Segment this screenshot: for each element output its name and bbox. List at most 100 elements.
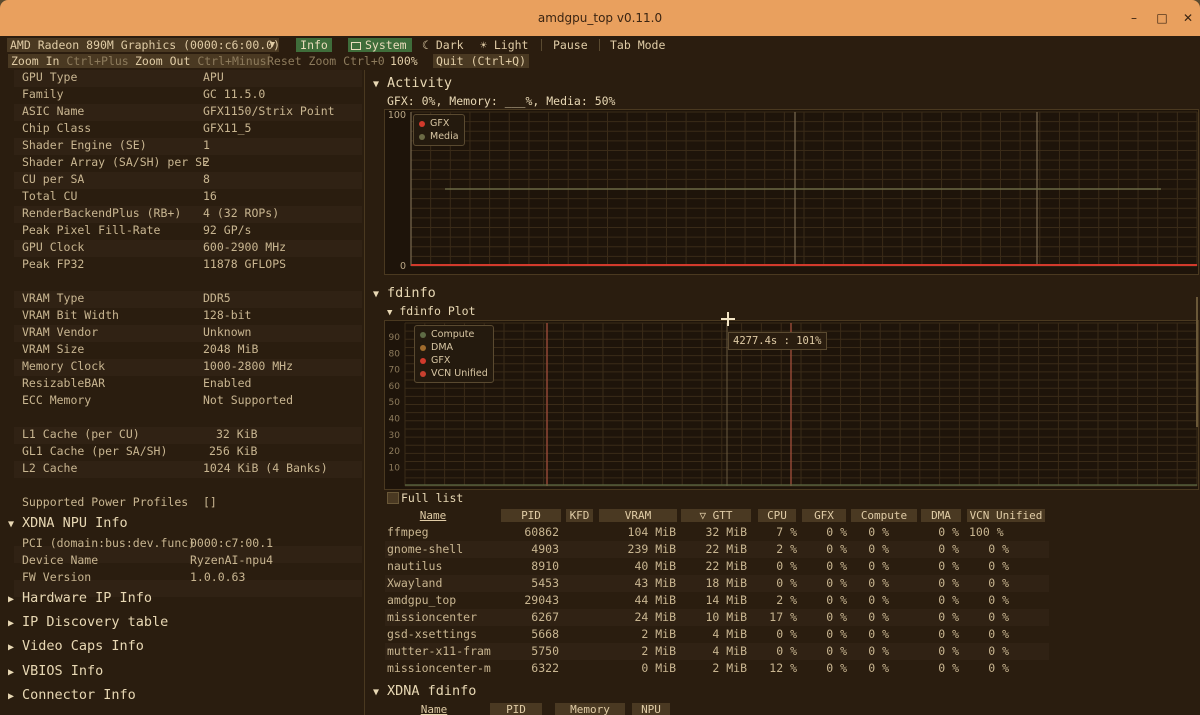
y-axis-tick-label: 50 (389, 398, 401, 408)
dark-theme-button[interactable]: ☾ Dark (422, 38, 464, 52)
system-button[interactable]: System (348, 38, 412, 52)
gpu-info-panel[interactable]: GPU Type APU Family GC 11.5.0 ASIC Name GFX… (0, 70, 365, 715)
xdna-column-header-name[interactable]: Name (417, 703, 451, 715)
table-row[interactable]: mutter-x11-fram 5750 2 MiB 4 MiB 0 % 0 %… (385, 643, 1049, 660)
xdna-column-header-memory[interactable]: Memory (555, 703, 625, 715)
table-row[interactable]: Xwayland 5453 43 MiB 18 MiB 0 % 0 % 0 % … (385, 575, 1049, 592)
column-header-cpu[interactable]: CPU (758, 509, 796, 522)
device-select[interactable]: AMD Radeon 890M Graphics (0000:c6:00.0) … (7, 38, 281, 52)
legend-swatch (420, 357, 426, 364)
fdinfo-plot[interactable]: 90 80 70 60 50 40 30 20 10 Compute DMA GFX VCN U… (384, 320, 1199, 490)
zoom-in-shortcut: Ctrl+Plus (66, 54, 129, 68)
y-axis-tick-label: 30 (389, 431, 401, 441)
section-connector-info[interactable]: ▶ Connector Info (8, 685, 136, 705)
device-select-label: AMD Radeon 890M Graphics (0000:c6:00.0) (10, 38, 281, 52)
column-header-kfd[interactable]: KFD (566, 509, 593, 522)
column-header-name[interactable]: Name (413, 509, 453, 522)
zoom-level: 100% (390, 54, 418, 68)
minimize-icon[interactable]: – (1124, 8, 1144, 28)
legend-swatch (419, 133, 425, 140)
activity-summary: GFX: 0%, Memory: ___%, Media: 50% (387, 94, 616, 108)
zoom-out-shortcut: Ctrl+Minus (197, 54, 267, 68)
y-axis-tick-label: 20 (389, 447, 401, 457)
table-row[interactable]: missioncenter-m 6322 0 MiB 2 MiB 12 % 0 … (385, 660, 1049, 677)
window-titlebar[interactable]: amdgpu_top v0.11.0 – □ ✕ (0, 0, 1200, 36)
section-hardware-ip-info[interactable]: ▶ Hardware IP Info (8, 588, 152, 608)
legend-swatch (419, 120, 425, 127)
reset-zoom-button[interactable]: Reset Zoom Ctrl+0 (267, 54, 385, 68)
column-header-gtt[interactable]: ▽ GTT (681, 509, 751, 522)
toolbar-divider (541, 39, 542, 51)
y-axis-tick-label: 90 (389, 333, 401, 343)
chevron-right-icon: ▶ (8, 594, 15, 605)
zoom-out-label: Zoom Out (135, 54, 191, 68)
column-header-gfx[interactable]: GFX (802, 509, 846, 522)
legend-swatch (420, 370, 426, 377)
column-header-vcn-unified[interactable]: VCN Unified (967, 509, 1045, 522)
section-ip-discovery-table[interactable]: ▶ IP Discovery table (8, 612, 168, 632)
activity-plot-canvas: 100 0 (388, 110, 1198, 272)
fdinfo-legend: Compute DMA GFX VCN Unified (414, 325, 494, 383)
legend-swatch (420, 331, 426, 338)
main-panel[interactable]: ▼ Activity GFX: 0%, Memory: ___%, Media: … (365, 70, 1200, 715)
vertical-scrollbar[interactable] (1196, 297, 1198, 427)
section-activity[interactable]: ▼ Activity (373, 74, 452, 92)
legend-item: GFX (420, 354, 488, 367)
zoom-out-button[interactable]: Zoom Out Ctrl+Minus (132, 54, 270, 68)
legend-item: GFX (419, 117, 459, 130)
table-row[interactable]: gsd-xsettings 5668 2 MiB 4 MiB 0 % 0 % 0… (385, 626, 1049, 643)
column-header-pid[interactable]: PID (501, 509, 561, 522)
fdinfo-plot-header[interactable]: ▼ fdinfo Plot (387, 304, 476, 318)
y-axis-tick-label: 60 (389, 382, 401, 392)
full-list-checkbox[interactable] (387, 492, 399, 504)
legend-item: Compute (420, 328, 488, 341)
legend-item: Media (419, 130, 459, 143)
section-video-caps-info[interactable]: ▶ Video Caps Info (8, 636, 144, 656)
light-theme-button[interactable]: ☀ Light (480, 38, 528, 52)
monitor-icon (351, 41, 361, 50)
chevron-down-icon: ▼ (387, 308, 393, 318)
chevron-down-icon: ▼ (8, 519, 15, 530)
chevron-right-icon: ▶ (8, 618, 15, 629)
pause-button[interactable]: Pause (553, 38, 588, 52)
close-icon[interactable]: ✕ (1178, 8, 1198, 28)
quit-button[interactable]: Quit (Ctrl+Q) (433, 54, 530, 68)
y-axis-tick-label: 70 (389, 366, 401, 376)
xdna-column-header-pid[interactable]: PID (490, 703, 542, 715)
activity-plot[interactable]: 100 0 GFX Media (384, 109, 1199, 275)
chevron-right-icon: ▶ (8, 691, 15, 702)
section-fdinfo[interactable]: ▼ fdinfo (373, 284, 436, 302)
toolbar: AMD Radeon 890M Graphics (0000:c6:00.0) … (0, 36, 1200, 70)
crosshair-cursor-icon (721, 312, 735, 326)
y-axis-tick-label: 10 (389, 463, 401, 473)
chevron-right-icon: ▶ (8, 642, 15, 653)
table-row[interactable]: nautilus 8910 40 MiB 22 MiB 0 % 0 % 0 % … (385, 558, 1049, 575)
xdna-column-header-npu[interactable]: NPU (632, 703, 670, 715)
plot-hover-tooltip: 4277.4s : 101% (728, 332, 827, 350)
column-header-dma[interactable]: DMA (921, 509, 961, 522)
window-title: amdgpu_top v0.11.0 (537, 11, 663, 25)
info-button[interactable]: Info (296, 38, 332, 52)
table-row[interactable]: missioncenter 6267 24 MiB 10 MiB 17 % 0 … (385, 609, 1049, 626)
table-row[interactable]: amdgpu_top 29043 44 MiB 14 MiB 2 % 0 % 0… (385, 592, 1049, 609)
zoom-in-label: Zoom In (11, 54, 60, 68)
zoom-in-button[interactable]: Zoom In Ctrl+Plus (8, 54, 132, 68)
chevron-down-icon: ▼ (269, 40, 275, 50)
section-xdna-fdinfo[interactable]: ▼ XDNA fdinfo (373, 682, 476, 700)
y-axis-tick-label: 40 (389, 415, 401, 425)
section-xdna-npu-info[interactable]: ▼ XDNA NPU Info (8, 513, 128, 533)
toolbar-divider (599, 39, 600, 51)
legend-item: VCN Unified (420, 367, 488, 380)
table-row[interactable]: ffmpeg 60862 104 MiB 32 MiB 7 % 0 % 0 % … (385, 524, 1049, 541)
full-list-label[interactable]: Full list (401, 491, 463, 505)
table-row[interactable]: gnome-shell 4903 239 MiB 22 MiB 2 % 0 % … (385, 541, 1049, 558)
section-vbios-info[interactable]: ▶ VBIOS Info (8, 661, 103, 681)
legend-item: DMA (420, 341, 488, 354)
chevron-down-icon: ▼ (373, 289, 380, 300)
tab-mode-button[interactable]: Tab Mode (610, 38, 665, 52)
legend-swatch (420, 344, 426, 351)
y-axis-tick-label: 0 (400, 261, 406, 272)
column-header-compute[interactable]: Compute (851, 509, 917, 522)
maximize-icon[interactable]: □ (1152, 8, 1172, 28)
column-header-vram[interactable]: VRAM (599, 509, 677, 522)
